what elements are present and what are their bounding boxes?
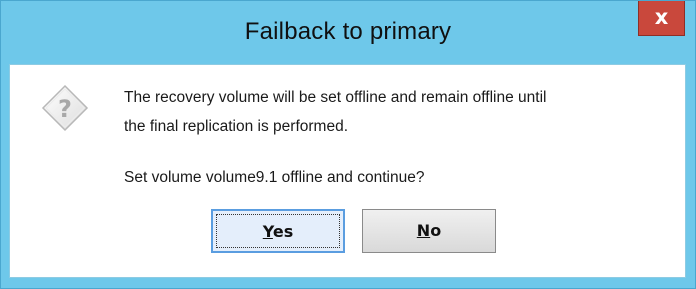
dialog-body: ? The recovery volume will be set offlin…	[9, 64, 686, 278]
question-icon: ?	[41, 84, 89, 132]
focus-rectangle	[216, 214, 340, 248]
close-button[interactable]: x	[638, 1, 685, 36]
confirmation-question: Set volume volume9.1 offline and continu…	[124, 169, 425, 186]
no-label: o	[430, 221, 442, 240]
dialog-title: Failback to primary	[244, 18, 452, 45]
message-line-1: The recovery volume will be set offline …	[124, 89, 547, 106]
dialog-window: Failback to primary x ? The recovery vol…	[0, 0, 696, 289]
message-line-2: the final replication is performed.	[124, 118, 349, 135]
no-mnemonic: N	[416, 221, 431, 240]
svg-text:?: ?	[58, 95, 72, 123]
close-icon: x	[654, 5, 669, 29]
title-bar[interactable]: Failback to primary x	[1, 1, 695, 71]
yes-button[interactable]: Yes	[211, 209, 345, 253]
no-button[interactable]: No	[362, 209, 496, 253]
